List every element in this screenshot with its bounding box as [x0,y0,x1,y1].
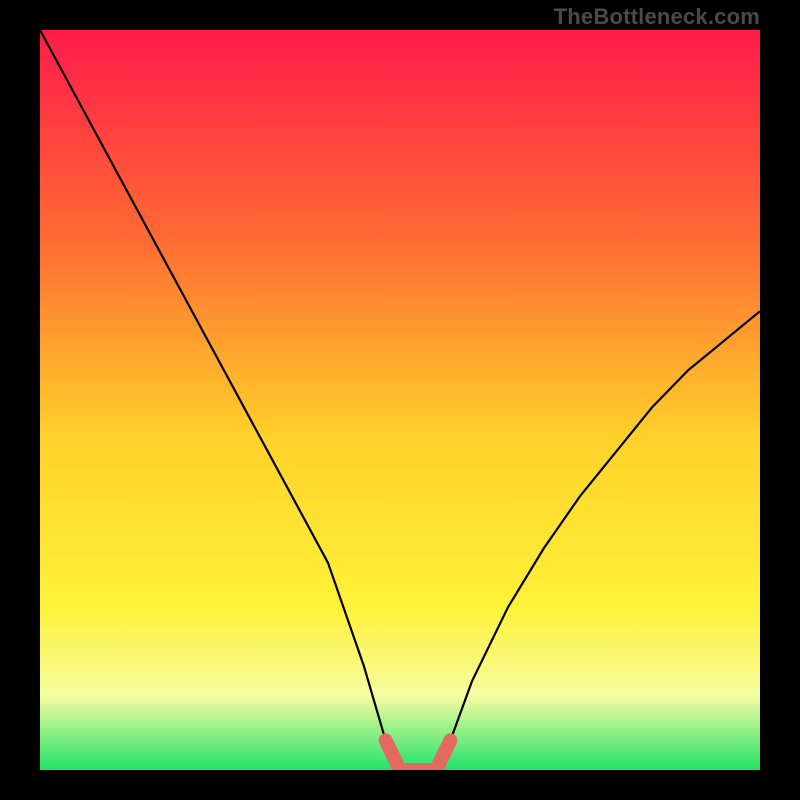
plot-area [40,30,760,770]
chart-svg [40,30,760,770]
gradient-background [40,30,760,770]
watermark-text: TheBottleneck.com [554,4,760,30]
chart-frame: TheBottleneck.com [0,0,800,800]
